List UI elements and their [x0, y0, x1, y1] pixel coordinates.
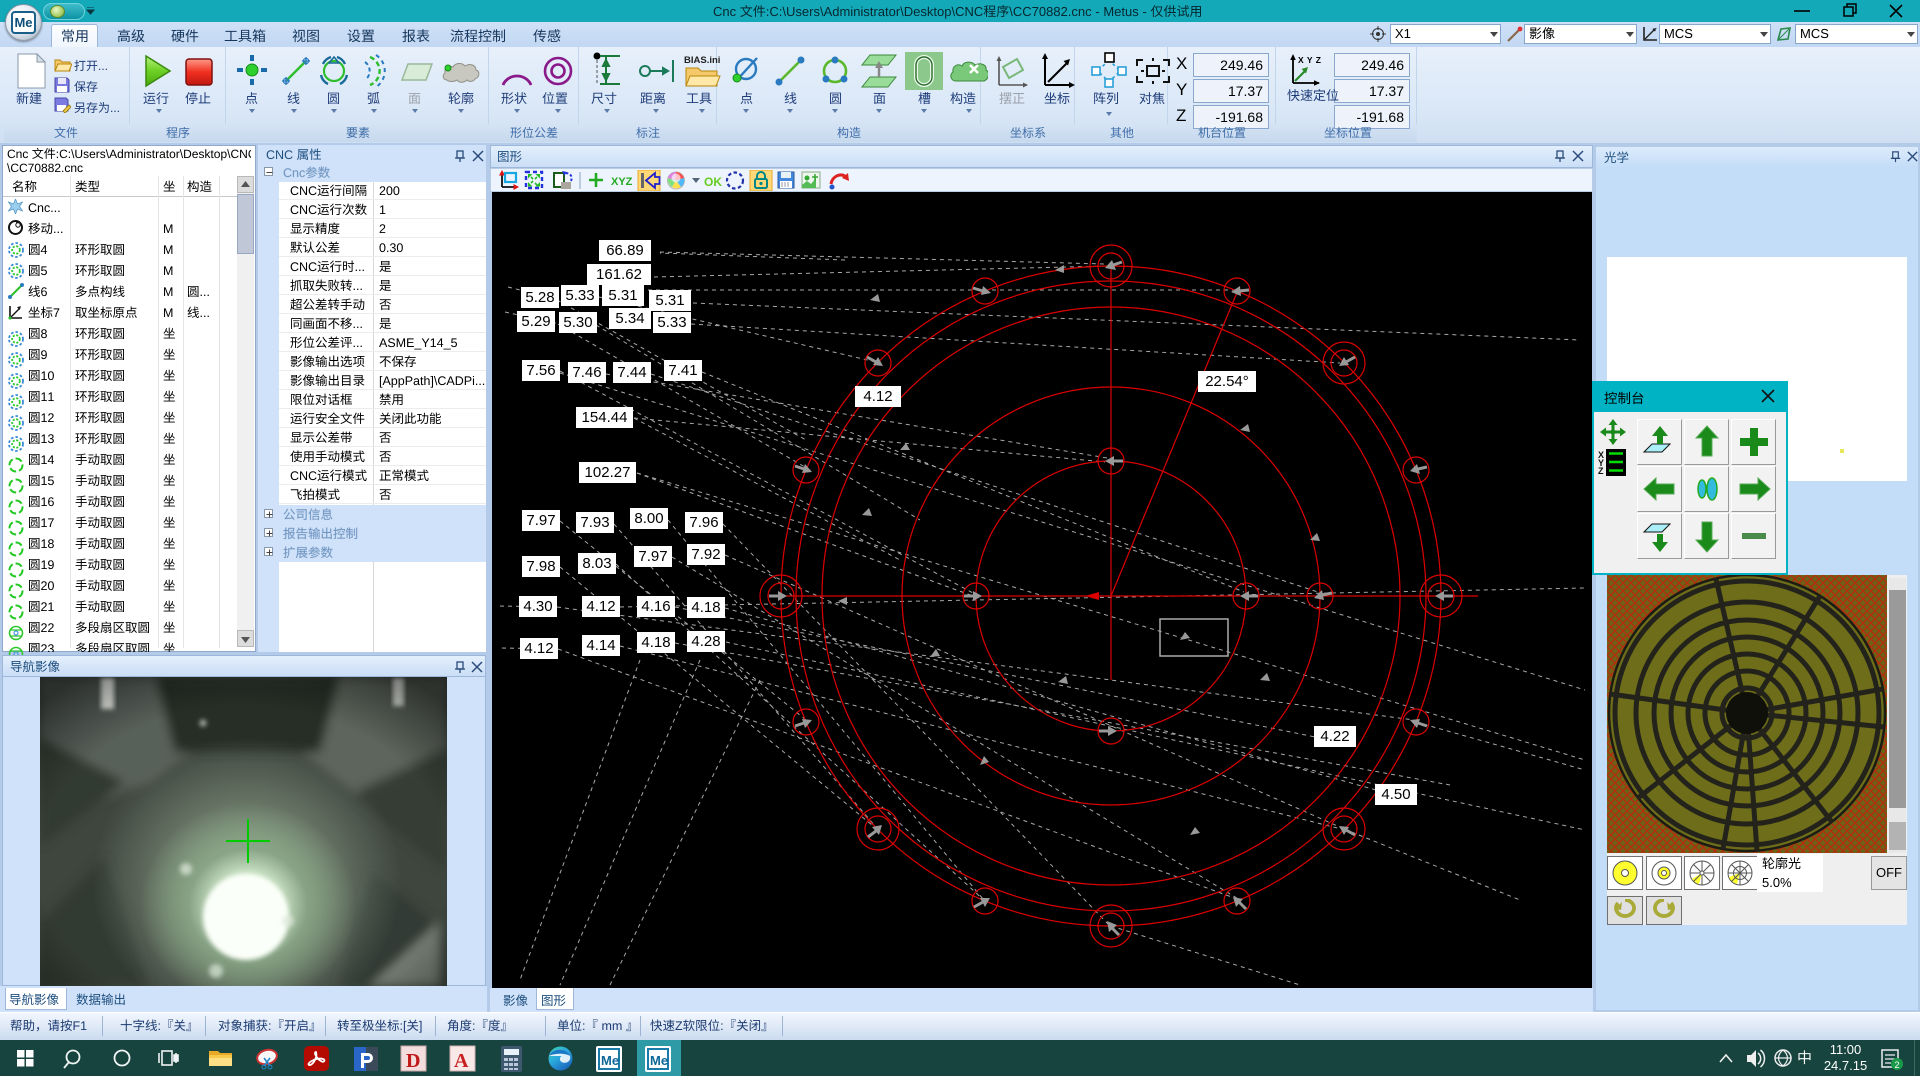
svg-text:Me: Me: [650, 1053, 668, 1068]
svg-text:OK: OK: [704, 175, 722, 189]
svg-text:XYZ: XYZ: [611, 176, 633, 188]
svg-text:BIAS.ini: BIAS.ini: [684, 55, 720, 66]
svg-text:A: A: [454, 1050, 469, 1072]
svg-text:Z: Z: [1598, 466, 1604, 476]
svg-text:D: D: [406, 1050, 420, 1072]
svg-text:X Y Z: X Y Z: [1298, 55, 1321, 65]
svg-text:Me: Me: [601, 1053, 619, 1068]
svg-text:2: 2: [1895, 1060, 1900, 1070]
